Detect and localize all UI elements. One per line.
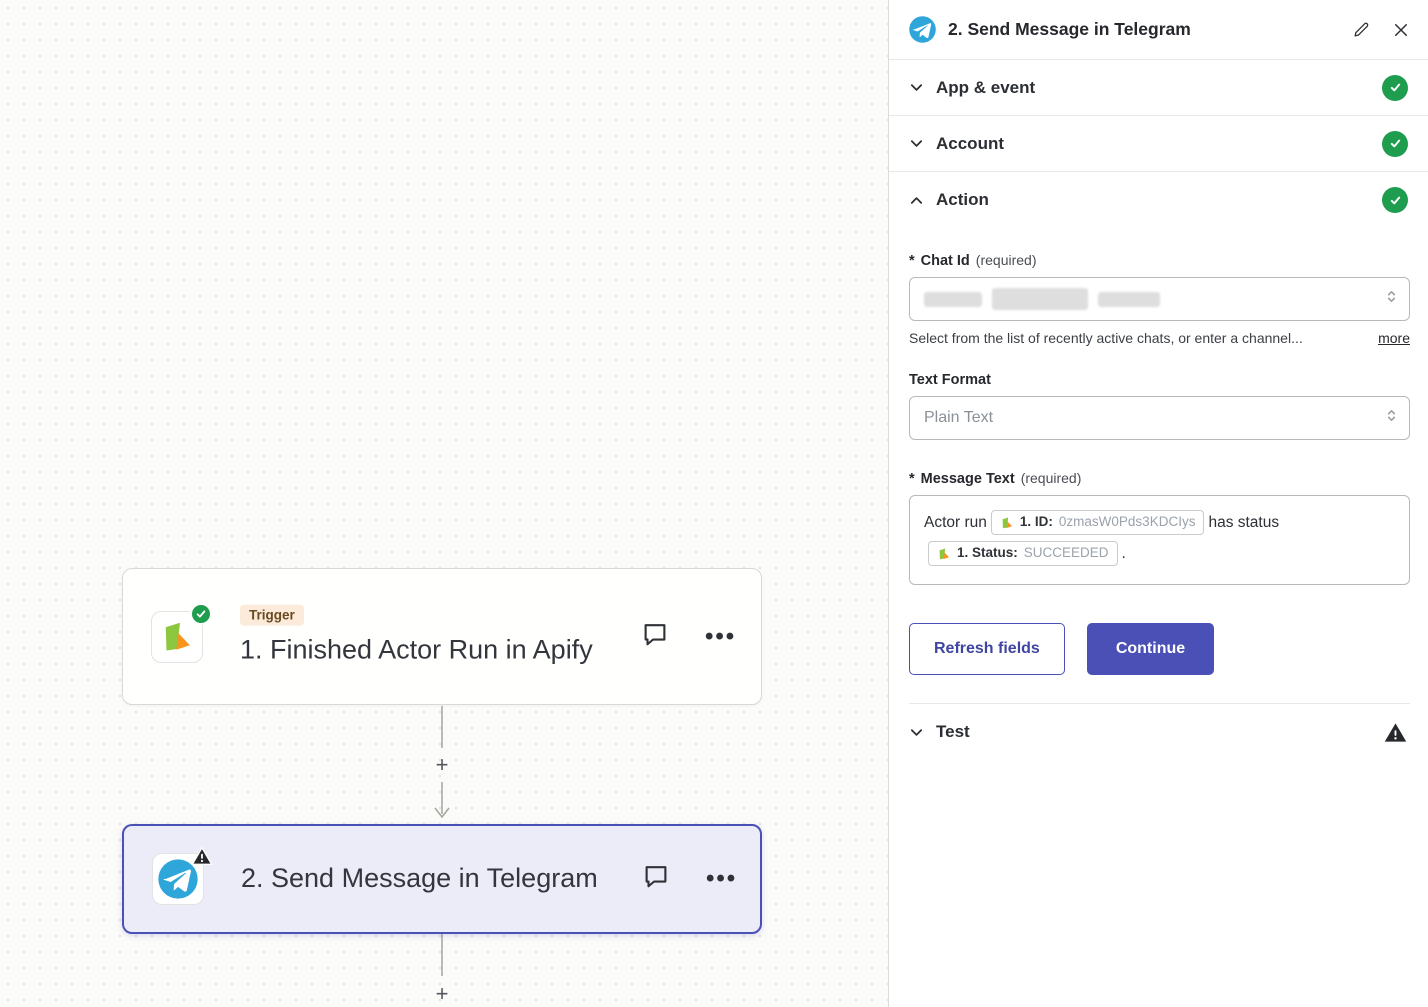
more-link[interactable]: more	[1378, 330, 1410, 346]
section-action[interactable]: Action	[889, 172, 1428, 228]
required-note: (required)	[976, 252, 1037, 268]
message-suffix: .	[1122, 545, 1126, 562]
required-star: *	[909, 471, 915, 487]
apify-icon	[1000, 516, 1014, 530]
section-account[interactable]: Account	[889, 116, 1428, 172]
close-icon	[1392, 21, 1410, 39]
token-value: SUCCEEDED	[1024, 544, 1109, 563]
select-stepper-icon	[1384, 408, 1399, 428]
add-step-button[interactable]: +	[429, 981, 455, 1007]
success-badge-icon	[190, 603, 212, 625]
chat-id-helper-row: Select from the list of recently active …	[909, 330, 1410, 346]
pencil-icon	[1353, 21, 1370, 38]
continue-button[interactable]: Continue	[1087, 623, 1214, 675]
close-panel-button[interactable]	[1392, 21, 1410, 39]
token-label: 1. Status:	[957, 544, 1018, 563]
field-token-run-status[interactable]: 1. Status: SUCCEEDED	[928, 541, 1118, 566]
telegram-icon	[909, 16, 936, 43]
form-buttons: Refresh fields Continue	[909, 623, 1410, 675]
section-label: Account	[936, 134, 1370, 154]
chevron-down-icon	[909, 80, 924, 95]
step-card-action[interactable]: 2. Send Message in Telegram •••	[122, 824, 762, 934]
workflow-canvas[interactable]: + + Trigger 1. Finished Actor Run in Api…	[0, 0, 888, 1007]
chat-id-helper-text: Select from the list of recently active …	[909, 330, 1366, 346]
chat-id-select[interactable]	[909, 277, 1410, 321]
chat-id-label-text: Chat Id	[921, 253, 970, 269]
step-card-content: 2. Send Message in Telegram	[241, 860, 623, 898]
comment-icon	[640, 862, 672, 892]
section-app-event[interactable]: App & event	[889, 60, 1428, 116]
refresh-fields-button[interactable]: Refresh fields	[909, 623, 1065, 675]
comment-button[interactable]	[640, 862, 672, 897]
comment-icon	[639, 619, 671, 649]
add-step-button[interactable]: +	[429, 752, 455, 778]
required-note: (required)	[1021, 470, 1082, 486]
chevron-down-icon	[909, 136, 924, 151]
chevron-up-icon	[909, 193, 924, 208]
chat-id-label: * Chat Id (required)	[909, 252, 1410, 269]
success-status-icon	[1382, 131, 1408, 157]
zap-editor: + + Trigger 1. Finished Actor Run in Api…	[0, 0, 1428, 1007]
action-form: * Chat Id (required) Select from the lis…	[889, 228, 1428, 704]
chat-id-redacted-value	[924, 288, 1160, 310]
token-label: 1. ID:	[1020, 513, 1053, 532]
section-label: Test	[936, 722, 1370, 742]
comment-button[interactable]	[639, 619, 671, 654]
message-prefix: Actor run	[924, 514, 987, 531]
step-card-content: Trigger 1. Finished Actor Run in Apify	[240, 604, 622, 669]
panel-header: 2. Send Message in Telegram	[889, 0, 1428, 60]
step-config-panel: 2. Send Message in Telegram App & event	[888, 0, 1428, 1007]
message-text-label-text: Message Text	[921, 471, 1015, 487]
text-format-label-text: Text Format	[909, 372, 991, 388]
section-test[interactable]: Test	[889, 704, 1428, 760]
section-label: Action	[936, 190, 1370, 210]
message-text-editor[interactable]: Actor run 1. ID: 0zmasW0Pds3KDCIys has stat…	[909, 495, 1410, 585]
apify-icon	[937, 547, 951, 561]
apify-app-icon-box	[151, 611, 203, 663]
success-status-icon	[1382, 75, 1408, 101]
step-menu-button[interactable]: •••	[705, 623, 736, 651]
field-token-run-id[interactable]: 1. ID: 0zmasW0Pds3KDCIys	[991, 510, 1205, 535]
apify-icon	[159, 619, 195, 655]
step-card-trigger[interactable]: Trigger 1. Finished Actor Run in Apify •…	[122, 568, 762, 705]
step-card-inner: 2. Send Message in Telegram •••	[124, 826, 760, 932]
warning-badge-icon	[191, 845, 213, 867]
required-star: *	[909, 253, 915, 269]
message-middle: has status	[1208, 514, 1279, 531]
telegram-app-icon-box	[152, 853, 204, 905]
text-format-label: Text Format	[909, 372, 1410, 388]
warning-status-icon	[1382, 719, 1408, 745]
step-title: 1. Finished Actor Run in Apify	[240, 631, 622, 669]
trigger-badge: Trigger	[240, 604, 304, 625]
step-card-inner: Trigger 1. Finished Actor Run in Apify •…	[123, 569, 761, 704]
chevron-down-icon	[909, 725, 924, 740]
text-format-select[interactable]: Plain Text	[909, 396, 1410, 440]
message-text-label: * Message Text (required)	[909, 470, 1410, 487]
step-menu-button[interactable]: •••	[706, 865, 737, 893]
token-value: 0zmasW0Pds3KDCIys	[1059, 513, 1196, 532]
step-title: 2. Send Message in Telegram	[241, 860, 623, 898]
edit-title-button[interactable]	[1353, 21, 1370, 38]
select-stepper-icon	[1384, 289, 1399, 309]
panel-title: 2. Send Message in Telegram	[948, 19, 1341, 40]
success-status-icon	[1382, 187, 1408, 213]
section-label: App & event	[936, 78, 1370, 98]
text-format-value: Plain Text	[924, 409, 993, 427]
